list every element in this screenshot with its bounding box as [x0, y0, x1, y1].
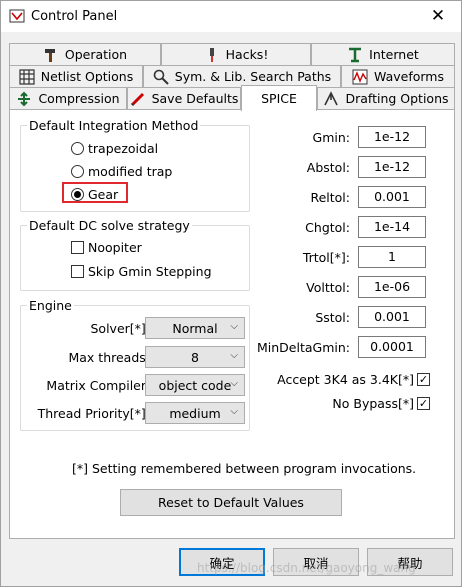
tab-internet[interactable]: Internet: [311, 43, 455, 65]
check-accept-3k4[interactable]: ✓ Accept 3K4 as 3.4K[*]: [277, 372, 430, 387]
ok-button[interactable]: 确定: [179, 548, 265, 576]
volttol-field[interactable]: 1e-06: [358, 276, 426, 298]
solver-label: Solver[*]:: [90, 321, 151, 336]
volttol-label: Volttol:: [306, 280, 350, 295]
network-icon: [349, 47, 362, 62]
tab-netlist-options[interactable]: Netlist Options: [9, 65, 143, 87]
sstol-label: Sstol:: [315, 310, 350, 325]
thread-priority-select[interactable]: medium ⌵: [145, 402, 245, 424]
help-button[interactable]: 帮助: [367, 548, 453, 576]
chevron-down-icon: ⌵: [230, 350, 238, 361]
gmin-label: Gmin:: [312, 130, 350, 145]
tab-drafting-options[interactable]: Drafting Options: [317, 87, 455, 109]
tab-compression[interactable]: Compression: [9, 87, 127, 109]
close-button[interactable]: ✕: [415, 1, 461, 32]
dc-solve-title: Default DC solve strategy: [27, 218, 192, 233]
check-no-bypass[interactable]: ✓ No Bypass[*]: [332, 396, 430, 411]
chevron-down-icon: ⌵: [230, 406, 238, 417]
sstol-field[interactable]: 0.001: [358, 306, 426, 328]
check-skip-gmin-stepping[interactable]: Skip Gmin Stepping: [71, 264, 212, 279]
compress-icon: [18, 91, 31, 106]
checkbox-checked[interactable]: ✓: [417, 373, 430, 386]
radio-modified-trap[interactable]: modified trap: [71, 164, 172, 179]
chgtol-field[interactable]: 1e-14: [358, 216, 426, 238]
wrench-icon: [209, 47, 214, 62]
engine-title: Engine: [27, 298, 74, 313]
tab-spice[interactable]: SPICE: [241, 85, 317, 111]
trtol-field[interactable]: 1: [358, 246, 426, 268]
reltol-field[interactable]: 0.001: [358, 186, 426, 208]
dc-solve-group: Default DC solve strategy Noopiter Skip …: [20, 218, 250, 291]
tab-sym-lib-search-paths[interactable]: Sym. & Lib. Search Paths: [143, 65, 341, 87]
spice-panel: Default Integration Method trapezoidal m…: [9, 109, 455, 539]
hammer-icon: [44, 48, 55, 62]
magnifier-icon: [153, 69, 169, 85]
integration-method-title: Default Integration Method: [27, 118, 201, 133]
radio-button[interactable]: [71, 165, 84, 178]
close-icon: ✕: [430, 6, 446, 26]
grid-icon: [19, 68, 35, 85]
abstol-label: Abstol:: [306, 160, 350, 175]
gmin-field[interactable]: 1e-12: [358, 126, 426, 148]
check-noopiter[interactable]: Noopiter: [71, 240, 142, 255]
tab-save-defaults[interactable]: Save Defaults: [127, 87, 241, 109]
matrix-compiler-select[interactable]: object code ⌵: [145, 374, 245, 396]
solver-select[interactable]: Normal ⌵: [145, 317, 245, 339]
chgtol-label: Chgtol:: [305, 220, 350, 235]
radio-trapezoidal[interactable]: trapezoidal: [71, 141, 158, 156]
checkbox-checked[interactable]: ✓: [417, 397, 430, 410]
drafting-icon: [324, 90, 339, 105]
gear-highlight-annotation: [62, 182, 128, 203]
mindeltagmin-field[interactable]: 0.0001: [358, 336, 426, 358]
tab-operation[interactable]: Operation: [9, 43, 161, 65]
waveform-icon: [352, 69, 368, 84]
radio-button[interactable]: [71, 142, 84, 155]
matrix-compiler-label: Matrix Compiler:: [46, 378, 150, 393]
max-threads-select[interactable]: 8 ⌵: [145, 346, 245, 368]
checkbox[interactable]: [71, 241, 84, 254]
thread-priority-label: Thread Priority[*]:: [37, 406, 150, 421]
window-title: Control Panel: [31, 9, 118, 24]
tab-hacks[interactable]: Hacks!: [161, 43, 311, 65]
reset-defaults-button[interactable]: Reset to Default Values: [120, 489, 342, 516]
pencil-icon: [130, 92, 144, 106]
title-bar: Control Panel ✕: [1, 1, 461, 32]
mindeltagmin-label: MinDeltaGmin:: [257, 340, 350, 355]
tab-waveforms[interactable]: Waveforms: [341, 65, 455, 87]
control-panel-window: Control Panel ✕ Operation Hacks! Interne…: [0, 0, 462, 587]
abstol-field[interactable]: 1e-12: [358, 156, 426, 178]
max-threads-label: Max threads:: [68, 350, 150, 365]
remembered-note: [*] Setting remembered between program i…: [72, 461, 417, 476]
chevron-down-icon: ⌵: [230, 321, 238, 332]
chevron-down-icon: ⌵: [230, 378, 238, 389]
integration-method-group: Default Integration Method trapezoidal m…: [20, 118, 250, 212]
reltol-label: Reltol:: [310, 190, 350, 205]
checkbox[interactable]: [71, 265, 84, 278]
engine-group: Engine Solver[*]: Normal ⌵ Max threads: …: [20, 298, 250, 431]
app-icon: [9, 9, 25, 23]
trtol-label: Trtol[*]:: [302, 250, 350, 265]
cancel-button[interactable]: 取消: [273, 548, 359, 576]
